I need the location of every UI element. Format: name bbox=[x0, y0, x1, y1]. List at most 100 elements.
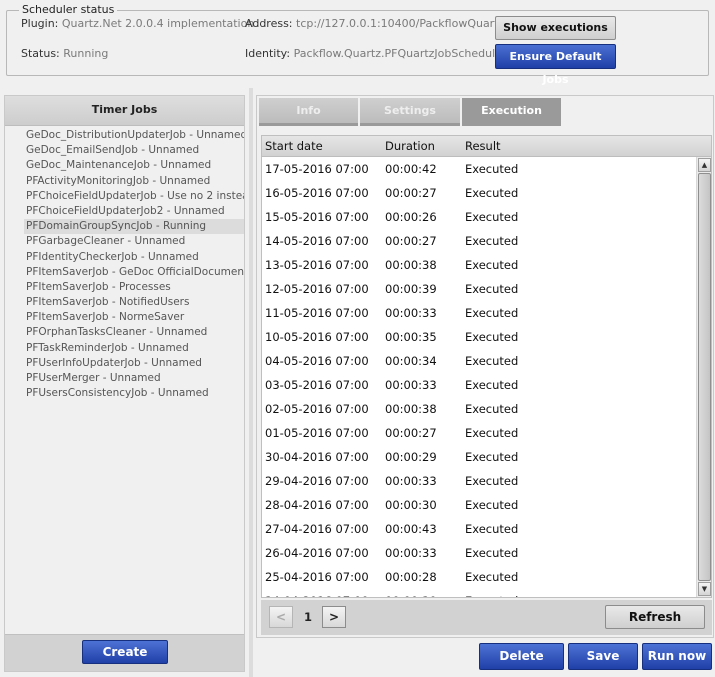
cell-start-date: 02-05-2016 07:00 bbox=[265, 402, 369, 416]
cell-duration: 00:00:29 bbox=[385, 450, 437, 464]
cell-start-date: 10-05-2016 07:00 bbox=[265, 330, 369, 344]
timer-job-item[interactable]: GeDoc_EmailSendJob - Unnamed bbox=[24, 143, 244, 158]
timer-job-item[interactable]: PFItemSaverJob - GeDoc OfficialDocument bbox=[24, 265, 244, 280]
table-row[interactable]: 29-04-2016 07:00 00:00:33 Executed bbox=[262, 469, 695, 493]
cell-start-date: 24-04-2016 07:00 bbox=[265, 589, 369, 597]
save-button[interactable]: Save bbox=[568, 643, 638, 670]
create-button[interactable]: Create bbox=[82, 640, 168, 664]
cell-result: Executed bbox=[465, 378, 519, 392]
status-label: Status: bbox=[21, 47, 60, 60]
table-row[interactable]: 16-05-2016 07:00 00:00:27 Executed bbox=[262, 181, 695, 205]
status-value: Running bbox=[63, 47, 109, 60]
cell-start-date: 12-05-2016 07:00 bbox=[265, 282, 369, 296]
timer-jobs-list: GeDoc_DistributionUpdaterJob - Unnamed Ge… bbox=[24, 128, 244, 401]
address-row: Address: tcp://127.0.0.1:10400/PackflowQ… bbox=[245, 17, 504, 30]
identity-value: Packflow.Quartz.PFQuartzJobScheduler bbox=[293, 47, 507, 60]
timer-job-item[interactable]: PFUsersConsistencyJob - Unnamed bbox=[24, 386, 244, 401]
table-row[interactable]: 30-04-2016 07:00 00:00:29 Executed bbox=[262, 445, 695, 469]
table-row[interactable]: 17-05-2016 07:00 00:00:42 Executed bbox=[262, 157, 695, 181]
grid-body: 17-05-2016 07:00 00:00:42 Executed 16-05-20… bbox=[262, 157, 695, 597]
table-row[interactable]: 03-05-2016 07:00 00:00:33 Executed bbox=[262, 373, 695, 397]
tab-settings[interactable]: Settings bbox=[360, 98, 460, 126]
table-row[interactable]: 11-05-2016 07:00 00:00:33 Executed bbox=[262, 301, 695, 325]
timer-job-item[interactable]: PFItemSaverJob - NormeSaver bbox=[24, 310, 244, 325]
timer-job-item[interactable]: PFOrphanTasksCleaner - Unnamed bbox=[24, 325, 244, 340]
column-header-duration[interactable]: Duration bbox=[385, 136, 435, 157]
cell-start-date: 04-05-2016 07:00 bbox=[265, 354, 369, 368]
cell-result: Executed bbox=[465, 402, 519, 416]
cell-result: Executed bbox=[465, 474, 519, 488]
cell-duration: 00:00:30 bbox=[385, 589, 437, 597]
table-row[interactable]: 28-04-2016 07:00 00:00:30 Executed bbox=[262, 493, 695, 517]
table-row[interactable]: 04-05-2016 07:00 00:00:34 Executed bbox=[262, 349, 695, 373]
address-label: Address: bbox=[245, 17, 293, 30]
refresh-button[interactable]: Refresh bbox=[605, 605, 705, 629]
timer-job-item[interactable]: PFGarbageCleaner - Unnamed bbox=[24, 234, 244, 249]
delete-button[interactable]: Delete bbox=[479, 643, 564, 670]
run-now-button[interactable]: Run now bbox=[642, 643, 712, 670]
timer-job-item[interactable]: PFDomainGroupSyncJob - Running bbox=[24, 219, 244, 235]
cell-duration: 00:00:33 bbox=[385, 546, 437, 560]
grid-vertical-scrollbar[interactable]: ▲ ▼ bbox=[696, 157, 711, 597]
cell-result: Executed bbox=[465, 570, 519, 584]
cell-result: Executed bbox=[465, 258, 519, 272]
timer-job-item[interactable]: PFTaskReminderJob - Unnamed bbox=[24, 341, 244, 356]
timer-job-item[interactable]: PFIdentityCheckerJob - Unnamed bbox=[24, 250, 244, 265]
table-row[interactable]: 13-05-2016 07:00 00:00:38 Executed bbox=[262, 253, 695, 277]
scroll-up-arrow-icon[interactable]: ▲ bbox=[698, 158, 711, 172]
prev-page-button[interactable]: < bbox=[269, 606, 293, 628]
timer-job-item[interactable]: PFItemSaverJob - NotifiedUsers bbox=[24, 295, 244, 310]
cell-start-date: 26-04-2016 07:00 bbox=[265, 546, 369, 560]
cell-start-date: 15-05-2016 07:00 bbox=[265, 210, 369, 224]
cell-duration: 00:00:33 bbox=[385, 306, 437, 320]
plugin-value: Quartz.Net 2.0.0.4 implementation bbox=[61, 17, 255, 30]
timer-job-item[interactable]: PFChoiceFieldUpdaterJob - Use no 2 inste… bbox=[24, 189, 244, 204]
timer-job-item[interactable]: PFUserInfoUpdaterJob - Unnamed bbox=[24, 356, 244, 371]
panel-splitter[interactable] bbox=[249, 88, 253, 677]
cell-start-date: 30-04-2016 07:00 bbox=[265, 450, 369, 464]
ensure-default-jobs-button[interactable]: Ensure Default Jobs bbox=[495, 44, 616, 86]
table-row[interactable]: 01-05-2016 07:00 00:00:27 Executed bbox=[262, 421, 695, 445]
cell-duration: 00:00:38 bbox=[385, 258, 437, 272]
cell-result: Executed bbox=[465, 186, 519, 200]
table-row[interactable]: 26-04-2016 07:00 00:00:33 Executed bbox=[262, 541, 695, 565]
cell-duration: 00:00:26 bbox=[385, 210, 437, 224]
scroll-down-arrow-icon[interactable]: ▼ bbox=[698, 582, 711, 596]
cell-start-date: 01-05-2016 07:00 bbox=[265, 426, 369, 440]
table-row[interactable]: 15-05-2016 07:00 00:00:26 Executed bbox=[262, 205, 695, 229]
next-page-button[interactable]: > bbox=[322, 606, 346, 628]
cell-result: Executed bbox=[465, 450, 519, 464]
status-row: Status: Running bbox=[21, 47, 108, 60]
timer-job-item[interactable]: PFChoiceFieldUpdaterJob2 - Unnamed bbox=[24, 204, 244, 219]
table-row[interactable]: 27-04-2016 07:00 00:00:43 Executed bbox=[262, 517, 695, 541]
cell-result: Executed bbox=[465, 546, 519, 560]
cell-duration: 00:00:30 bbox=[385, 498, 437, 512]
cell-duration: 00:00:27 bbox=[385, 186, 437, 200]
timer-job-item[interactable]: GeDoc_MaintenanceJob - Unnamed bbox=[24, 158, 244, 173]
timer-job-item[interactable]: PFActivityMonitoringJob - Unnamed bbox=[24, 174, 244, 189]
identity-row: Identity: Packflow.Quartz.PFQuartzJobSch… bbox=[245, 47, 506, 60]
tab-info[interactable]: Info bbox=[259, 98, 358, 126]
cell-duration: 00:00:38 bbox=[385, 402, 437, 416]
table-row[interactable]: 12-05-2016 07:00 00:00:39 Executed bbox=[262, 277, 695, 301]
cell-result: Executed bbox=[465, 234, 519, 248]
tab-execution[interactable]: Execution bbox=[462, 98, 561, 126]
show-executions-button[interactable]: Show executions bbox=[495, 16, 616, 40]
cell-start-date: 03-05-2016 07:00 bbox=[265, 378, 369, 392]
table-row[interactable]: 25-04-2016 07:00 00:00:28 Executed bbox=[262, 565, 695, 589]
table-row[interactable]: 02-05-2016 07:00 00:00:38 Executed bbox=[262, 397, 695, 421]
scheduler-status-legend: Scheduler status bbox=[19, 4, 118, 16]
table-row[interactable]: 14-05-2016 07:00 00:00:27 Executed bbox=[262, 229, 695, 253]
timer-job-item[interactable]: PFUserMerger - Unnamed bbox=[24, 371, 244, 386]
cell-start-date: 25-04-2016 07:00 bbox=[265, 570, 369, 584]
table-row[interactable]: 10-05-2016 07:00 00:00:35 Executed bbox=[262, 325, 695, 349]
timer-job-item[interactable]: PFItemSaverJob - Processes bbox=[24, 280, 244, 295]
cell-result: Executed bbox=[465, 162, 519, 176]
column-header-start-date[interactable]: Start date bbox=[265, 136, 323, 157]
plugin-label: Plugin: bbox=[21, 17, 59, 30]
table-row[interactable]: 24-04-2016 07:00 00:00:30 Executed bbox=[262, 589, 695, 597]
cell-result: Executed bbox=[465, 498, 519, 512]
column-header-result[interactable]: Result bbox=[465, 136, 501, 157]
scroll-thumb[interactable] bbox=[698, 173, 711, 581]
timer-job-item[interactable]: GeDoc_DistributionUpdaterJob - Unnamed bbox=[24, 128, 244, 143]
